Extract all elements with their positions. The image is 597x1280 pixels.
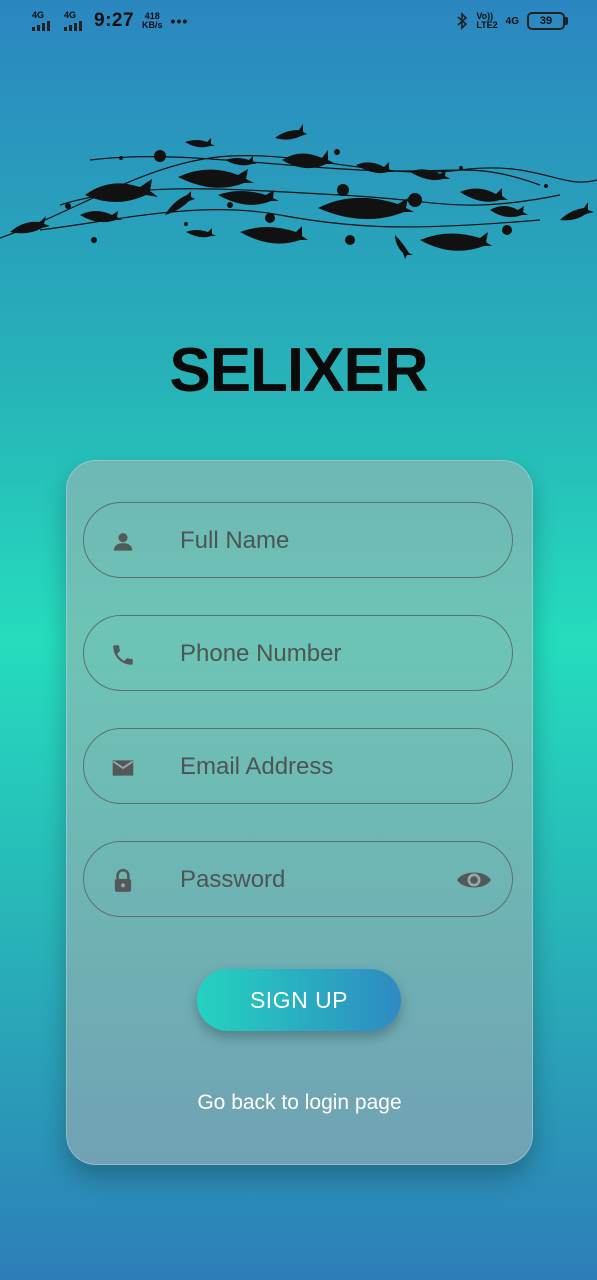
- signal-sim2-icon: 4G: [62, 10, 86, 32]
- more-notifications-icon: •••: [170, 13, 189, 29]
- clock: 9:27: [94, 10, 135, 31]
- phone-number-field[interactable]: Phone Number: [83, 615, 513, 691]
- lock-icon: [114, 868, 132, 892]
- battery-level: 39: [539, 15, 553, 27]
- sim1-network-label: 4G: [32, 10, 45, 20]
- network-speed-unit: KB/s: [142, 20, 163, 30]
- password-field[interactable]: Password: [83, 841, 513, 917]
- bluetooth-icon: [457, 12, 468, 30]
- network-4g-label: 4G: [505, 15, 519, 27]
- full-name-field[interactable]: Full Name: [83, 502, 513, 578]
- person-icon: [113, 533, 133, 551]
- battery-icon: 39: [527, 12, 568, 30]
- mail-icon: [112, 760, 134, 776]
- sim2-network-label: 4G: [64, 10, 77, 20]
- fish-school-illustration: [0, 124, 597, 259]
- back-to-login-link[interactable]: Go back to login page: [67, 1091, 532, 1115]
- volte-line2: LTE2: [476, 20, 498, 30]
- password-placeholder: Password: [180, 866, 286, 893]
- signup-button[interactable]: SIGN UP: [197, 969, 401, 1031]
- signal-sim1-icon: 4G: [30, 10, 54, 32]
- app-title: SELIXER: [169, 336, 428, 405]
- status-bar: 4G 4G 9:27 418 KB/s ••• Vo)) LTE2 4G 39: [0, 0, 597, 46]
- network-speed: 418 KB/s: [142, 12, 163, 30]
- volte-indicator: Vo)) LTE2: [476, 12, 497, 30]
- email-address-placeholder: Email Address: [180, 753, 334, 780]
- eye-icon[interactable]: [456, 866, 492, 894]
- full-name-placeholder: Full Name: [180, 527, 290, 554]
- phone-number-placeholder: Phone Number: [180, 640, 342, 667]
- signup-card: Full Name Phone Number Email Address Pas…: [66, 460, 533, 1165]
- email-address-field[interactable]: Email Address: [83, 728, 513, 804]
- phone-icon: [113, 645, 133, 665]
